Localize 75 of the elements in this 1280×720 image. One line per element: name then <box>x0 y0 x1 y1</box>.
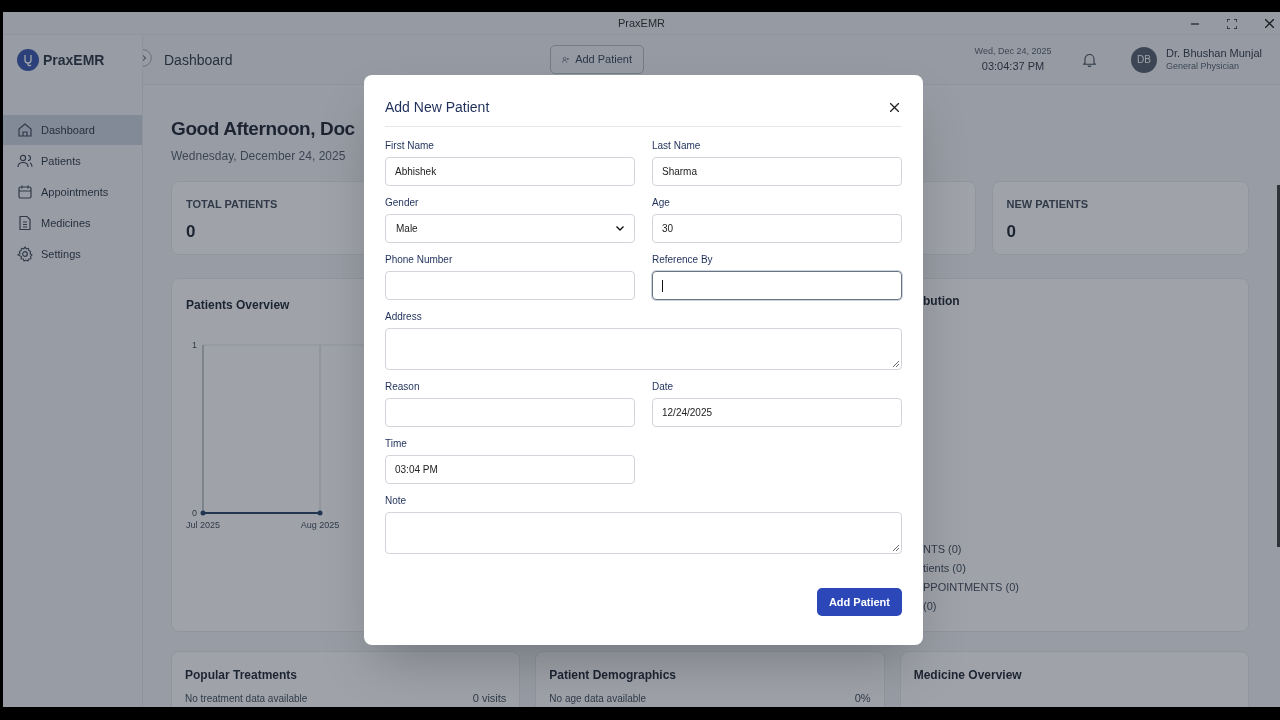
add-patient-button[interactable]: Add Patient <box>816 588 902 616</box>
brand-name: PraxEMR <box>43 50 105 70</box>
input-field[interactable]: 03:04 PM <box>385 455 635 484</box>
add-patient-button[interactable]: Add Patient <box>550 45 644 74</box>
resize-handle-icon[interactable] <box>893 361 899 367</box>
minimize-icon[interactable] <box>1191 22 1199 25</box>
card-label: No treatment data available <box>185 692 308 705</box>
field-label: Last Name <box>652 139 702 152</box>
field-label: Reason <box>385 380 421 393</box>
text-cursor <box>662 279 663 292</box>
field-label: Phone Number <box>385 253 454 266</box>
axis-tick-label: 1 <box>192 340 197 350</box>
data-point <box>200 510 206 516</box>
gender-select[interactable]: Male <box>385 214 635 243</box>
user-avatar[interactable]: DB <box>1131 46 1157 73</box>
stat-label: TOTAL PATIENTS <box>186 197 278 212</box>
card-title: Popular Treatments <box>185 667 299 684</box>
resize-handle-icon[interactable] <box>893 545 899 551</box>
caret-icon <box>616 226 624 231</box>
legend-label: PPOINTMENTS (0) <box>923 580 1020 595</box>
date-subtitle: Wednesday, December 24, 2025 <box>171 148 347 165</box>
input-field[interactable]: Abhishek <box>385 157 635 186</box>
field-label: Time <box>385 437 408 450</box>
field-label: First Name <box>385 139 435 152</box>
calendar-icon <box>17 184 33 200</box>
field-label: Note <box>385 494 408 507</box>
input-field[interactable]: 30 <box>652 214 902 243</box>
card-title: bution <box>923 293 961 310</box>
field-label: Address <box>385 310 423 323</box>
nav-item[interactable]: Settings <box>3 239 142 269</box>
field-label: Date <box>652 380 675 393</box>
card-title: Medicine Overview <box>913 667 1023 684</box>
greeting-heading: Good Afternoon, Doc <box>171 117 355 141</box>
nav-item[interactable]: Patients <box>3 146 142 176</box>
home-icon <box>17 122 33 138</box>
axis-tick-label: Aug 2025 <box>300 520 340 530</box>
data-point <box>317 510 323 516</box>
page-title: Dashboard <box>164 51 233 68</box>
stat-label: NEW PATIENTS <box>1006 197 1088 212</box>
input-field[interactable]: 12/24/2025 <box>652 398 902 427</box>
nav-item[interactable]: Dashboard <box>3 115 142 145</box>
legend-label: (0) <box>923 599 938 614</box>
date-text: Wed, Dec 24, 2025 <box>974 44 1052 58</box>
card-value: 0% <box>854 692 871 705</box>
user-name: Dr. Bhushan Munjal <box>1166 45 1262 60</box>
nav-item[interactable]: Medicines <box>3 208 142 238</box>
field-label: Gender <box>385 196 420 209</box>
nav-item[interactable]: Appointments <box>3 177 142 207</box>
legend-label: tients (0) <box>923 561 967 576</box>
stat-value: 0 <box>186 220 196 243</box>
clock-text: 03:04:37 PM <box>981 59 1045 74</box>
user-role: General Physician <box>1166 59 1241 73</box>
card-label: No age data available <box>549 692 647 705</box>
input-field[interactable] <box>652 271 902 300</box>
scrollbar[interactable] <box>1277 185 1280 547</box>
close-icon[interactable] <box>1265 19 1274 28</box>
maximize-icon[interactable] <box>1227 18 1237 29</box>
legend-label: NTS (0) <box>923 542 963 557</box>
dialog-title: Add New Patient <box>385 98 490 117</box>
notification-bell-icon[interactable] <box>1083 52 1096 67</box>
stat-value: 0 <box>1006 220 1016 243</box>
settings-icon <box>17 246 33 262</box>
card-value: 0 visits <box>472 692 507 705</box>
card-title: Patient Demographics <box>549 667 678 684</box>
field-label: Age <box>652 196 671 209</box>
card-title: Patients Overview <box>186 297 291 314</box>
document-icon <box>17 215 33 231</box>
window-title: PraxEMR <box>617 15 666 31</box>
logo-icon <box>17 49 39 71</box>
close-icon[interactable] <box>890 103 899 112</box>
users-icon <box>17 153 33 169</box>
axis-tick-label: Jul 2025 <box>186 520 220 530</box>
input-field[interactable]: Sharma <box>652 157 902 186</box>
axis-tick-label: 0 <box>192 508 197 518</box>
field-label: Reference By <box>652 253 714 266</box>
